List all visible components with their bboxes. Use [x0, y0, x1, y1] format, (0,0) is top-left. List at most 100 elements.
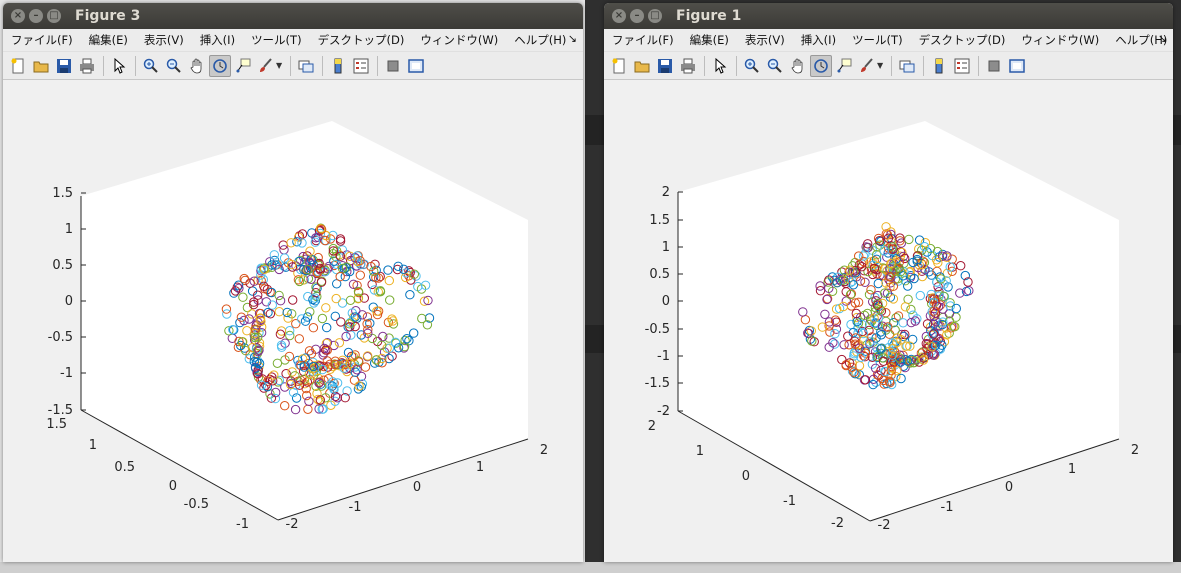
toolbar-separator	[322, 55, 324, 76]
menu-desktop[interactable]: デスクトップ(D)	[310, 32, 413, 48]
y-tick-label: -0.5	[184, 497, 209, 512]
plot-canvas[interactable]: 2 1.5 1 0.5 0 -0.5 -1 -1.5 -2 2 1 0 -1 -2 -2 -1 0 1 2	[604, 80, 1173, 562]
pointer-icon[interactable]	[709, 55, 731, 77]
figure-window-1[interactable]: × – □ Figure 1 ファイル(F) 編集(E) 表示(V) 挿入(I)…	[604, 3, 1173, 562]
menu-edit[interactable]: 編集(E)	[682, 32, 737, 48]
z-tick-label: -1	[657, 349, 670, 364]
hide-plot-tools-icon[interactable]	[382, 55, 404, 77]
menu-overflow-icon[interactable]: ↘	[1158, 32, 1167, 45]
brush-dropdown-icon[interactable]: ▼	[276, 61, 282, 70]
menu-help[interactable]: ヘルプ(H)	[506, 32, 574, 48]
open-file-icon[interactable]	[30, 55, 52, 77]
menu-overflow-icon[interactable]: ↘	[568, 32, 577, 45]
y-tick-label: 1	[696, 444, 704, 459]
menu-file[interactable]: ファイル(F)	[604, 32, 682, 48]
menu-view[interactable]: 表示(V)	[737, 32, 793, 48]
menu-edit[interactable]: 編集(E)	[81, 32, 136, 48]
show-plot-tools-icon[interactable]	[1006, 55, 1028, 77]
figure-window-3[interactable]: × – □ Figure 3 ファイル(F) 編集(E) 表示(V) 挿入(I)…	[3, 3, 583, 562]
brush-dropdown-icon[interactable]: ▼	[877, 61, 883, 70]
toolbar: ▼	[604, 52, 1173, 80]
x-tick-label: -1	[349, 500, 362, 515]
data-cursor-icon[interactable]	[232, 55, 254, 77]
x-tick-label: -2	[286, 517, 299, 532]
z-tick-label: -1.5	[645, 376, 670, 391]
brush-icon[interactable]	[856, 55, 878, 77]
toolbar-separator	[704, 55, 705, 76]
plot-canvas[interactable]: 1.5 1 0.5 0 -0.5 -1 -1.5 1.5 1 0.5 0 -0.5 -1 -2 -1 0 1 2	[3, 80, 583, 562]
close-icon[interactable]: ×	[11, 9, 25, 23]
axes-3d[interactable]: 21.510.50-0.5-1-1.5-2210-1-2 -2-1012	[604, 80, 1173, 562]
toolbar-separator	[377, 55, 379, 76]
y-tick-label: 0	[169, 479, 177, 494]
pan-hand-icon[interactable]	[186, 55, 208, 77]
x-tick-label: 1	[476, 460, 484, 475]
new-figure-icon[interactable]	[7, 55, 29, 77]
zoom-out-icon[interactable]	[163, 55, 185, 77]
x-tick-label: 2	[1131, 443, 1139, 458]
save-icon[interactable]	[654, 55, 676, 77]
legend-icon[interactable]	[350, 55, 372, 77]
toolbar-separator	[891, 55, 893, 76]
print-icon[interactable]	[677, 55, 699, 77]
window-title: Figure 1	[676, 8, 742, 24]
x-tick-label: 0	[1005, 480, 1013, 495]
menu-window[interactable]: ウィンドウ(W)	[412, 32, 506, 48]
z-tick-label: 0	[65, 294, 73, 309]
titlebar[interactable]: × – □ Figure 3	[3, 3, 583, 29]
menu-insert[interactable]: 挿入(I)	[793, 32, 844, 48]
link-plot-icon[interactable]	[295, 55, 317, 77]
z-tick-label: 2	[662, 185, 670, 200]
rotate-3d-icon[interactable]	[209, 54, 231, 77]
close-icon[interactable]: ×	[612, 9, 626, 23]
pointer-icon[interactable]	[108, 55, 130, 77]
x-tick-label: 2	[540, 443, 548, 458]
rotate-3d-icon[interactable]	[810, 54, 832, 77]
x-tick-label: 0	[413, 480, 421, 495]
z-tick-label: 1	[662, 240, 670, 255]
menu-tools[interactable]: ツール(T)	[243, 32, 310, 48]
z-tick-label: 1.5	[649, 213, 670, 228]
desktop-bottom-strip	[0, 562, 1181, 573]
menu-desktop[interactable]: デスクトップ(D)	[911, 32, 1014, 48]
data-cursor-icon[interactable]	[833, 55, 855, 77]
z-tick-label: -0.5	[645, 322, 670, 337]
new-figure-icon[interactable]	[608, 55, 630, 77]
maximize-icon[interactable]: □	[648, 9, 662, 23]
colorbar-icon[interactable]	[928, 55, 950, 77]
save-icon[interactable]	[53, 55, 75, 77]
axes-3d[interactable]: 1.510.50-0.5-1-1.51.510.50-0.5-1 -2-1012	[3, 80, 583, 562]
minimize-icon[interactable]: –	[630, 9, 644, 23]
zoom-in-icon[interactable]	[140, 55, 162, 77]
z-tick-label: -1.5	[48, 403, 73, 418]
open-file-icon[interactable]	[631, 55, 653, 77]
menu-view[interactable]: 表示(V)	[136, 32, 192, 48]
hide-plot-tools-icon[interactable]	[983, 55, 1005, 77]
minimize-icon[interactable]: –	[29, 9, 43, 23]
z-tick-label: 0	[662, 294, 670, 309]
colorbar-icon[interactable]	[327, 55, 349, 77]
link-plot-icon[interactable]	[896, 55, 918, 77]
print-icon[interactable]	[76, 55, 98, 77]
menu-file[interactable]: ファイル(F)	[3, 32, 81, 48]
show-plot-tools-icon[interactable]	[405, 55, 427, 77]
y-tick-label: 2	[648, 419, 656, 434]
toolbar-separator	[978, 55, 980, 76]
zoom-out-icon[interactable]	[764, 55, 786, 77]
z-tick-label: 0.5	[649, 267, 670, 282]
menu-tools[interactable]: ツール(T)	[844, 32, 911, 48]
toolbar-separator	[923, 55, 925, 76]
menubar: ファイル(F) 編集(E) 表示(V) 挿入(I) ツール(T) デスクトップ(…	[3, 29, 583, 52]
maximize-icon[interactable]: □	[47, 9, 61, 23]
y-tick-label: -1	[783, 494, 796, 509]
titlebar[interactable]: × – □ Figure 1	[604, 3, 1173, 29]
menu-window[interactable]: ウィンドウ(W)	[1013, 32, 1107, 48]
brush-icon[interactable]	[255, 55, 277, 77]
legend-icon[interactable]	[951, 55, 973, 77]
zoom-in-icon[interactable]	[741, 55, 763, 77]
x-tick-label: 1	[1068, 462, 1076, 477]
toolbar: ▼	[3, 52, 583, 80]
toolbar-separator	[736, 55, 737, 76]
menu-insert[interactable]: 挿入(I)	[192, 32, 243, 48]
pan-hand-icon[interactable]	[787, 55, 809, 77]
